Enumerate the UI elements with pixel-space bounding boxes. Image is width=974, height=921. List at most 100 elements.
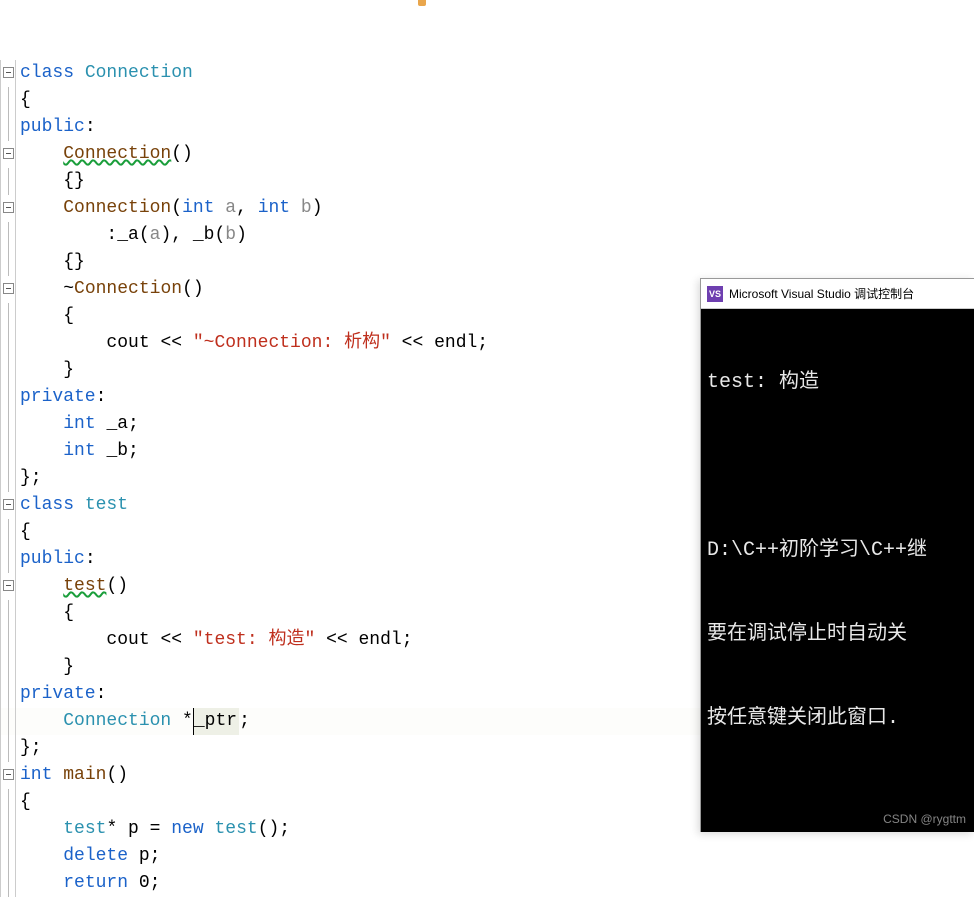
token: () xyxy=(171,141,193,168)
token: Connection xyxy=(63,708,171,735)
fold-guide xyxy=(0,546,16,573)
code-line[interactable]: return 0; xyxy=(0,870,974,897)
code-text[interactable]: Connection(int a, int b) xyxy=(16,195,974,222)
token: ~ xyxy=(63,276,74,303)
token: } xyxy=(63,654,74,681)
fold-guide xyxy=(0,519,16,546)
tab-modified-indicator xyxy=(418,0,426,6)
console-line: D:\C++初阶学习\C++继 xyxy=(707,537,968,565)
token: private xyxy=(20,384,96,411)
token: 0; xyxy=(139,870,161,897)
fold-guide xyxy=(0,681,16,708)
token: { xyxy=(63,600,74,627)
console-titlebar[interactable]: VS Microsoft Visual Studio 调试控制台 xyxy=(701,279,974,309)
token: public xyxy=(20,114,85,141)
console-line: test: 构造 xyxy=(707,369,968,397)
token: b xyxy=(301,195,312,222)
code-text[interactable]: return 0; xyxy=(16,870,974,897)
code-text[interactable]: public: xyxy=(16,114,974,141)
fold-guide xyxy=(0,168,16,195)
token: int xyxy=(63,411,106,438)
fold-toggle-icon[interactable] xyxy=(0,276,16,303)
token: (); xyxy=(258,816,290,843)
token: endl; xyxy=(358,627,412,654)
code-text[interactable]: { xyxy=(16,87,974,114)
token: int xyxy=(182,195,225,222)
fold-guide xyxy=(0,438,16,465)
code-line[interactable]: {} xyxy=(0,249,974,276)
code-line[interactable]: {} xyxy=(0,168,974,195)
token: return xyxy=(63,870,139,897)
code-text[interactable]: :_a(a), _b(b) xyxy=(16,222,974,249)
console-line: 按任意键关闭此窗口. xyxy=(707,705,968,733)
token: << xyxy=(391,330,434,357)
token: {} xyxy=(63,249,85,276)
code-text[interactable]: {} xyxy=(16,168,974,195)
fold-guide xyxy=(0,465,16,492)
token: "~Connection: 析构" xyxy=(193,330,391,357)
token: * p = xyxy=(106,816,171,843)
token: Connection xyxy=(85,60,193,87)
fold-toggle-icon[interactable] xyxy=(0,60,16,87)
fold-guide xyxy=(0,735,16,762)
fold-guide xyxy=(0,303,16,330)
token: : xyxy=(85,546,96,573)
fold-guide xyxy=(0,870,16,897)
token: b xyxy=(225,222,236,249)
code-text[interactable]: {} xyxy=(16,249,974,276)
console-output: test: 构造 D:\C++初阶学习\C++继 要在调试停止时自动关 按任意键… xyxy=(701,309,974,793)
vs-icon: VS xyxy=(707,286,723,302)
token: Connection xyxy=(74,276,182,303)
token: { xyxy=(20,87,31,114)
token: }; xyxy=(20,465,42,492)
fold-guide xyxy=(0,708,16,735)
debug-console-window[interactable]: VS Microsoft Visual Studio 调试控制台 test: 构… xyxy=(700,278,974,832)
fold-toggle-icon[interactable] xyxy=(0,573,16,600)
token: {} xyxy=(63,168,85,195)
fold-guide xyxy=(0,843,16,870)
token: main xyxy=(63,762,106,789)
fold-toggle-icon[interactable] xyxy=(0,762,16,789)
fold-toggle-icon[interactable] xyxy=(0,492,16,519)
token: ) xyxy=(236,222,247,249)
token: :_a( xyxy=(106,222,149,249)
token: int xyxy=(63,438,106,465)
fold-toggle-icon[interactable] xyxy=(0,195,16,222)
code-text[interactable]: delete p; xyxy=(16,843,974,870)
token: ), _b( xyxy=(160,222,225,249)
token: << xyxy=(315,627,358,654)
fold-toggle-icon[interactable] xyxy=(0,141,16,168)
code-line[interactable]: class Connection xyxy=(0,60,974,87)
code-line[interactable]: public: xyxy=(0,114,974,141)
fold-guide xyxy=(0,357,16,384)
token: () xyxy=(106,573,128,600)
fold-guide xyxy=(0,627,16,654)
token: new xyxy=(171,816,214,843)
fold-guide xyxy=(0,789,16,816)
token: : xyxy=(85,114,96,141)
fold-guide xyxy=(0,654,16,681)
token: class xyxy=(20,492,85,519)
fold-guide xyxy=(0,411,16,438)
code-text[interactable]: Connection() xyxy=(16,141,974,168)
token: test xyxy=(63,573,106,600)
fold-guide xyxy=(0,384,16,411)
token: _b; xyxy=(106,438,138,465)
watermark-text: CSDN @rygttm xyxy=(883,812,966,826)
console-line: 要在调试停止时自动关 xyxy=(707,621,968,649)
token: ( xyxy=(171,195,182,222)
code-line[interactable]: Connection(int a, int b) xyxy=(0,195,974,222)
code-text[interactable]: class Connection xyxy=(16,60,974,87)
token: } xyxy=(63,357,74,384)
token: private xyxy=(20,681,96,708)
token: "test: 构造" xyxy=(193,627,315,654)
code-line[interactable]: delete p; xyxy=(0,843,974,870)
token: << xyxy=(160,330,192,357)
token: test xyxy=(214,816,257,843)
code-line[interactable]: { xyxy=(0,87,974,114)
token: p; xyxy=(139,843,161,870)
code-line[interactable]: Connection() xyxy=(0,141,974,168)
code-line[interactable]: :_a(a), _b(b) xyxy=(0,222,974,249)
token: : xyxy=(96,681,107,708)
token: Connection xyxy=(63,141,171,168)
